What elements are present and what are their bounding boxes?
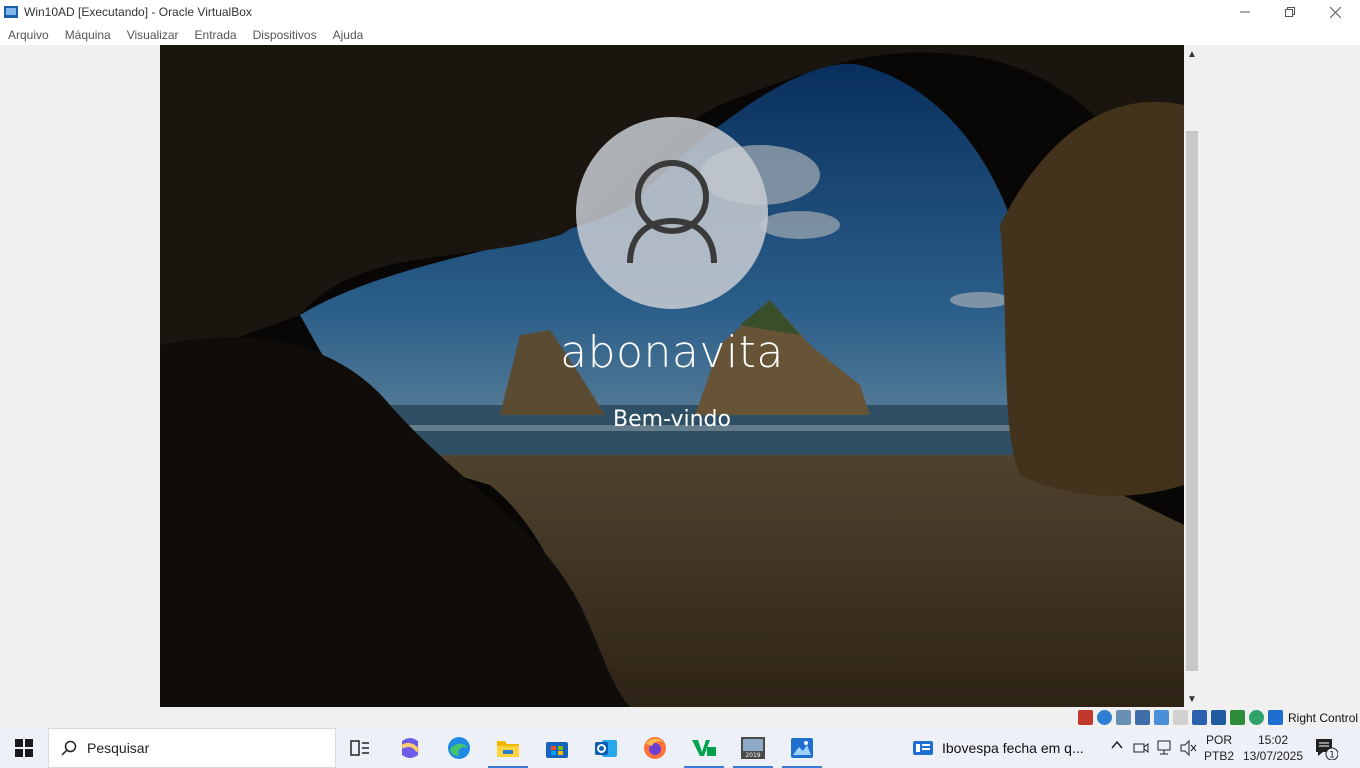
mouse-integration-icon[interactable] (1249, 710, 1264, 725)
cpu-icon[interactable] (1230, 710, 1245, 725)
language-code: POR (1205, 733, 1232, 747)
windows-logo-icon (15, 739, 33, 757)
scroll-up-icon[interactable]: ▲ (1184, 45, 1200, 63)
task-view-icon (350, 740, 369, 756)
camera-icon (1133, 743, 1149, 753)
chevron-up-icon (1111, 740, 1123, 749)
vm-status-bar: Right Control (0, 708, 1360, 728)
firefox-icon (644, 737, 666, 759)
clock-time: 15:02 (1257, 733, 1289, 747)
menu-maquina[interactable]: Máquina (65, 28, 111, 42)
restore-icon (1285, 7, 1295, 17)
user-avatar (576, 117, 768, 309)
close-icon (1329, 6, 1341, 18)
network-icon[interactable] (1135, 710, 1150, 725)
clock-date: 13/07/2025 (1242, 749, 1304, 763)
menu-dispositivos[interactable]: Dispositivos (253, 28, 317, 42)
audio-icon[interactable] (1116, 710, 1131, 725)
photos-icon (791, 738, 813, 758)
volume-muted-icon (1180, 739, 1197, 757)
search-icon (61, 740, 77, 756)
username-label: abonavita (560, 327, 784, 378)
title-bar: Win10AD [Executando] - Oracle VirtualBox (0, 0, 1360, 24)
outlook-icon (595, 740, 617, 757)
keyboard-layout: PTB2 (1204, 749, 1235, 763)
restore-button[interactable] (1267, 0, 1313, 24)
minimize-button[interactable] (1222, 0, 1268, 24)
folder-icon (497, 741, 519, 757)
notification-icon: 1 (1316, 739, 1339, 761)
outlook-button[interactable] (583, 728, 629, 768)
recording-icon[interactable] (1211, 710, 1226, 725)
news-icon (913, 741, 933, 755)
menu-bar: Arquivo Máquina Visualizar Entrada Dispo… (0, 24, 1360, 45)
menu-visualizar[interactable]: Visualizar (127, 28, 179, 42)
user-icon (627, 160, 717, 264)
window-title: Win10AD [Executando] - Oracle VirtualBox (24, 5, 252, 19)
notification-center-button[interactable]: 1 (1314, 736, 1339, 765)
task-view-button[interactable] (337, 728, 383, 768)
host-key-label: Right Control (1288, 711, 1359, 725)
store-icon (546, 742, 568, 758)
news-widget[interactable]: Ibovespa fecha em q... (912, 728, 1084, 768)
shared-folders-icon[interactable] (1173, 710, 1188, 725)
scroll-thumb[interactable] (1186, 131, 1198, 671)
microsoft-store-button[interactable] (534, 728, 580, 768)
scroll-down-icon[interactable]: ▼ (1184, 690, 1200, 708)
usb-icon[interactable] (1154, 710, 1169, 725)
news-headline: Ibovespa fecha em q... (942, 740, 1084, 756)
welcome-status: Bem-vindo (613, 407, 731, 432)
virtualbox-icon (4, 6, 18, 18)
minimize-icon (1240, 11, 1250, 13)
optical-drive-icon[interactable] (1097, 710, 1112, 725)
photos-button[interactable] (779, 728, 825, 768)
taskbar: Pesquisar 2019 Ibovespa fecha em q... PO… (0, 728, 1360, 768)
file-explorer-button[interactable] (485, 728, 531, 768)
show-hidden-icons[interactable] (1110, 738, 1124, 755)
firefox-button[interactable] (632, 728, 678, 768)
copilot-icon (400, 738, 420, 758)
notification-count: 1 (1329, 751, 1335, 761)
svg-text:2019: 2019 (745, 752, 760, 759)
edge-icon (448, 737, 470, 759)
volume-tray-icon[interactable] (1180, 739, 1198, 759)
veeam-icon (692, 740, 716, 756)
vertical-scrollbar[interactable]: ▲ ▼ (1184, 45, 1200, 708)
network-tray-icon[interactable] (1157, 740, 1175, 759)
sql-server-2019-button[interactable]: 2019 (730, 728, 776, 768)
edge-button[interactable] (436, 728, 482, 768)
meet-now-icon[interactable] (1133, 740, 1149, 759)
veeam-button[interactable] (681, 728, 727, 768)
hard-disk-icon[interactable] (1078, 710, 1093, 725)
search-box[interactable]: Pesquisar (48, 728, 336, 768)
close-button[interactable] (1312, 0, 1358, 24)
input-language[interactable]: POR PTB2 (1204, 732, 1234, 764)
menu-arquivo[interactable]: Arquivo (8, 28, 49, 42)
display-icon[interactable] (1192, 710, 1207, 725)
ethernet-icon (1157, 740, 1171, 755)
menu-entrada[interactable]: Entrada (195, 28, 237, 42)
keyboard-icon[interactable] (1268, 710, 1283, 725)
sql-server-icon: 2019 (741, 737, 765, 759)
clock[interactable]: 15:02 13/07/2025 (1240, 732, 1306, 764)
start-button[interactable] (0, 728, 48, 768)
vm-display[interactable]: abonavita Bem-vindo (160, 45, 1184, 707)
search-placeholder: Pesquisar (87, 740, 150, 756)
copilot-button[interactable] (387, 728, 433, 768)
menu-ajuda[interactable]: Ajuda (333, 28, 364, 42)
